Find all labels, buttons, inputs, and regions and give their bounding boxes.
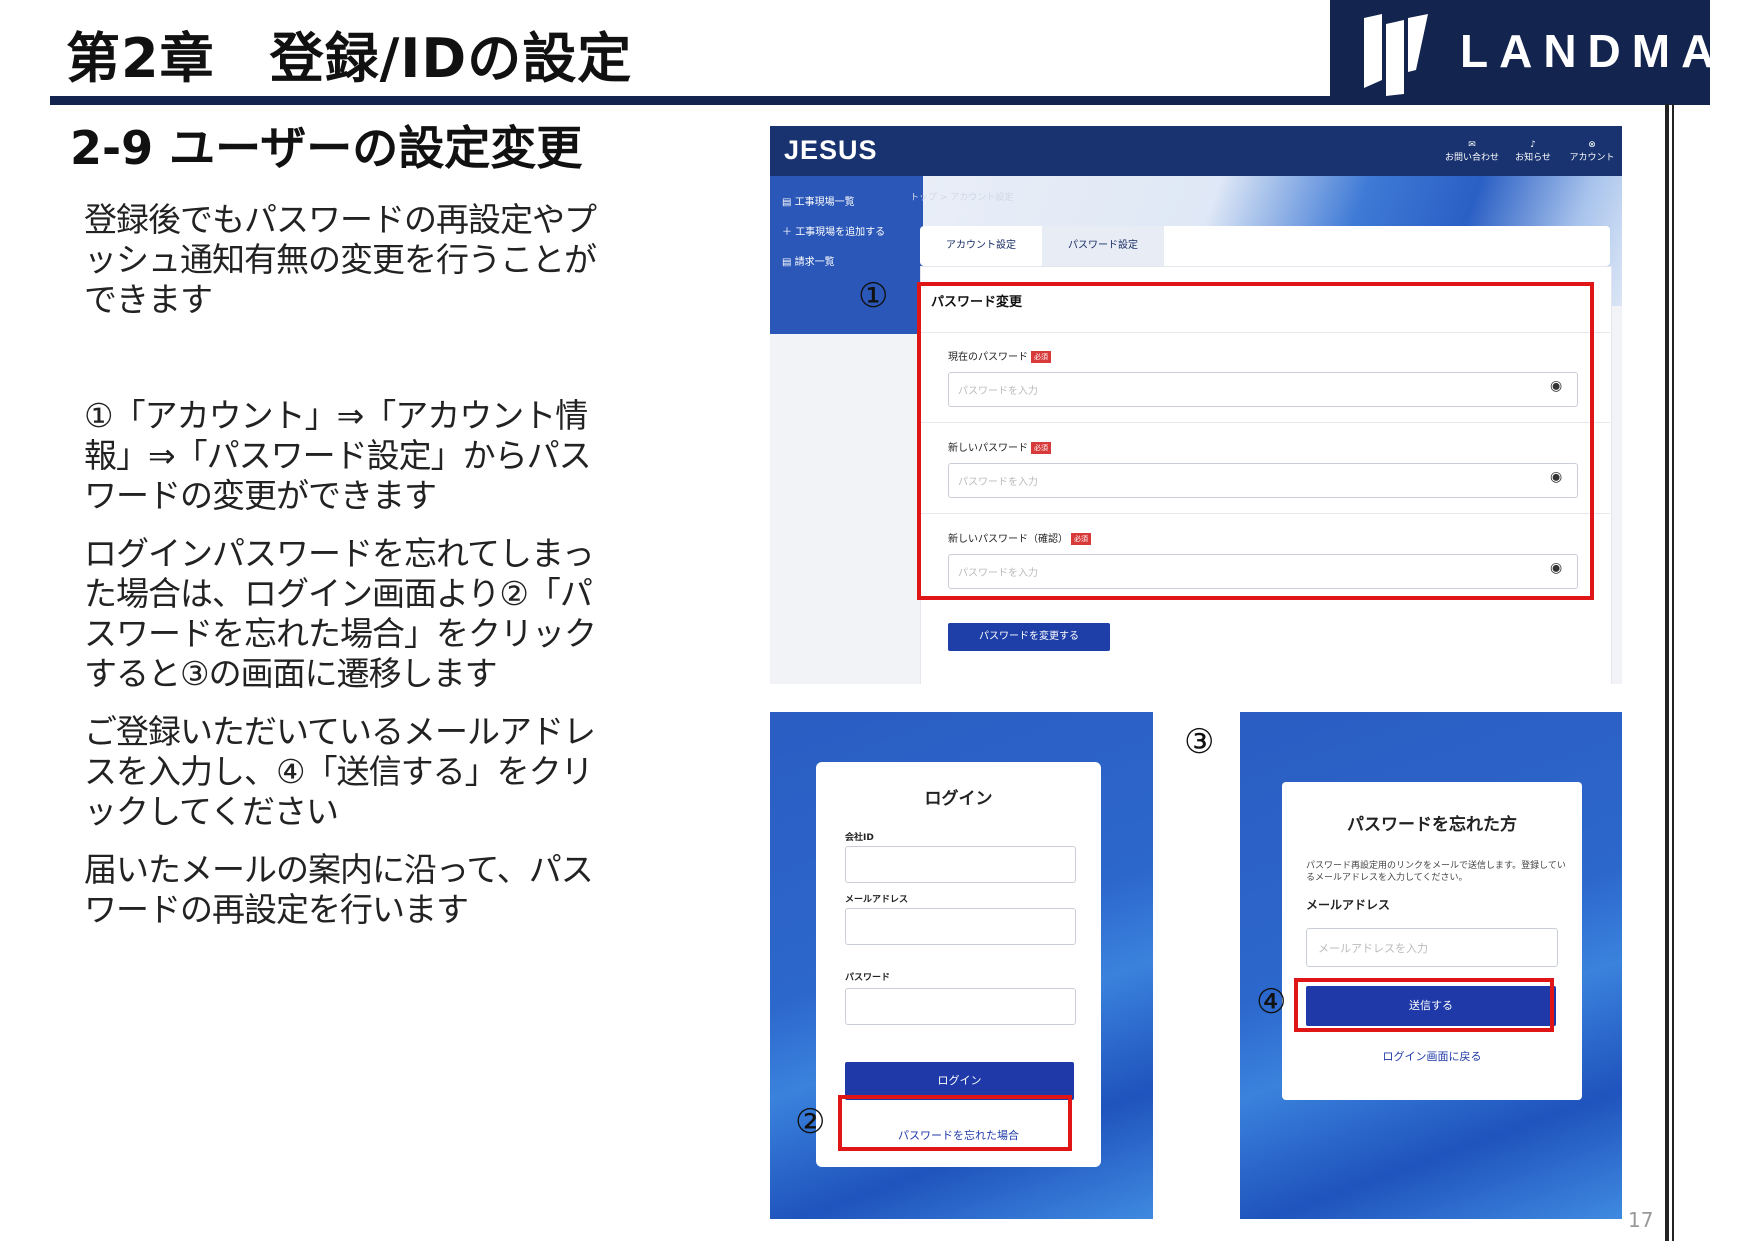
breadcrumb: トップ > アカウント設定 — [910, 193, 1014, 203]
forgot-title: パスワードを忘れた方 — [1347, 815, 1517, 835]
sidebar-item-label: 工事現場を追加する — [795, 227, 886, 238]
nav-contact-label: お問い合わせ — [1444, 153, 1499, 163]
email-input[interactable] — [845, 908, 1076, 945]
sidebar-item-add-site[interactable]: ＋ 工事現場を追加する — [782, 223, 885, 238]
tab-account-settings[interactable]: アカウント設定 — [920, 226, 1042, 266]
highlight-box-1 — [917, 282, 1594, 600]
right-margin-rule — [1665, 104, 1669, 1241]
bell-icon: ♪ — [1530, 140, 1536, 150]
label-email: メールアドレス — [1306, 898, 1391, 912]
paragraph-forgot: ログインパスワードを忘れてしまった場合は、ログイン画面より②「パスワードを忘れた… — [84, 534, 597, 693]
login-title: ログイン — [924, 789, 993, 809]
label-company-id: 会社ID — [845, 833, 874, 843]
back-to-login-link[interactable]: ログイン画面に戻る — [1282, 1048, 1582, 1064]
page-number: 17 — [1628, 1208, 1654, 1232]
forgot-password-screenshot: パスワードを忘れた方 パスワード再設定用のリンクをメールで送信します。登録してい… — [1240, 712, 1622, 1219]
input-placeholder: メールアドレスを入力 — [1318, 942, 1428, 955]
right-margin-rule-thin — [1672, 104, 1674, 1241]
marker-1: ① — [858, 276, 889, 316]
paragraph-intro: 登録後でもパスワードの再設定やプッシュ通知有無の変更を行うことができます — [84, 200, 597, 319]
highlight-box-2 — [838, 1095, 1072, 1151]
label-email: メールアドレス — [845, 895, 909, 905]
marker-3: ③ — [1184, 722, 1215, 762]
nav-notifications-label: お知らせ — [1515, 153, 1551, 163]
forgot-description: パスワード再設定用のリンクをメールで送信します。登録しているメールアドレスを入力… — [1306, 861, 1566, 883]
paragraph-step1: ①「アカウント」⇒「アカウント情報」⇒「パスワード設定」からパスワードの変更がで… — [84, 396, 592, 515]
account-icon: ⊗ — [1588, 140, 1596, 150]
chapter-title: 第2章 登録/IDの設定 — [66, 27, 633, 90]
highlight-box-4 — [1294, 978, 1554, 1032]
nav-account-label: アカウント — [1569, 153, 1615, 163]
nav-contact[interactable]: ✉ お問い合わせ — [1442, 140, 1502, 163]
label-password: パスワード — [845, 973, 891, 983]
nav-account[interactable]: ⊗ アカウント — [1562, 140, 1622, 163]
sidebar-item-sites[interactable]: ▤ 工事現場一覧 — [782, 193, 855, 208]
header-rule — [50, 96, 1710, 105]
sidebar-item-label: 工事現場一覧 — [794, 197, 855, 208]
sidebar-item-invoices[interactable]: ▤ 請求一覧 — [782, 253, 835, 268]
change-password-button[interactable]: パスワードを変更する — [948, 623, 1110, 651]
password-input[interactable] — [845, 988, 1076, 1025]
paragraph-reset: 届いたメールの案内に沿って、パスワードの再設定を行います — [84, 850, 594, 929]
forgot-card: パスワードを忘れた方 パスワード再設定用のリンクをメールで送信します。登録してい… — [1282, 782, 1582, 1100]
marker-4: ④ — [1256, 982, 1287, 1022]
section-title: 2-9 ユーザーの設定変更 — [70, 121, 583, 175]
tab-password-settings[interactable]: パスワード設定 — [1042, 226, 1164, 266]
logo-text: LANDMARK — [1460, 25, 1755, 77]
paragraph-email: ご登録いただいているメールアドレスを入力し、④「送信する」をクリックしてください — [84, 712, 596, 831]
landmark-logo-icon — [1364, 14, 1428, 96]
nav-notifications[interactable]: ♪ お知らせ — [1503, 140, 1563, 163]
marker-2: ② — [795, 1102, 826, 1142]
app-logo: JESUS — [784, 135, 878, 165]
mail-icon: ✉ — [1468, 140, 1476, 150]
company-id-input[interactable] — [845, 846, 1076, 883]
sidebar-item-label: 請求一覧 — [794, 257, 835, 268]
